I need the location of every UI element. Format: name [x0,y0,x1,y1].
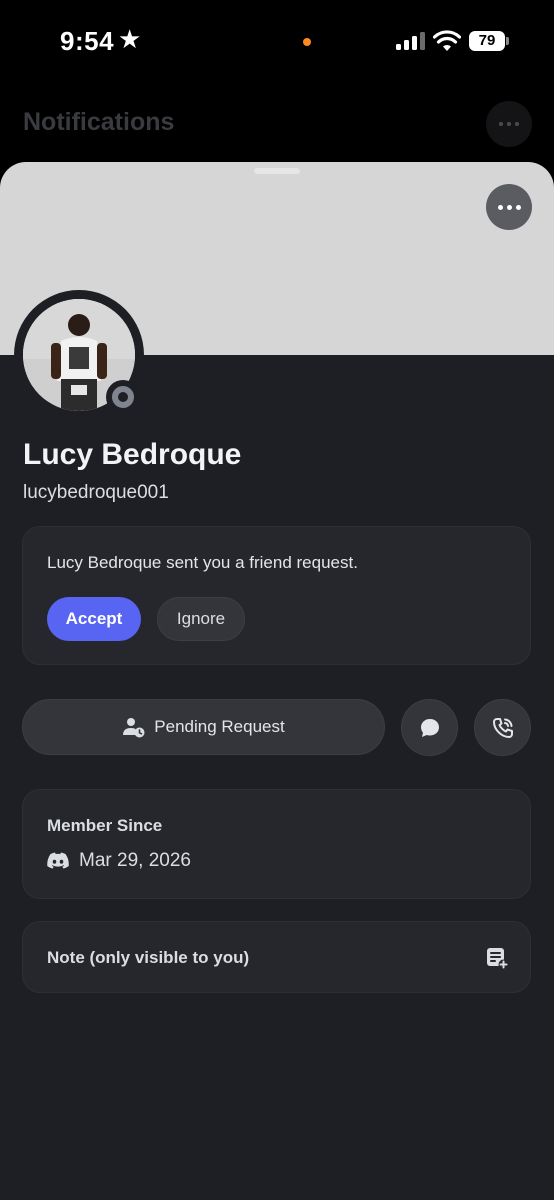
friend-request-card: Lucy Bedroque sent you a friend request.… [22,526,531,665]
background-title: Notifications [23,108,175,136]
note-card[interactable]: Note (only visible to you) [22,921,531,993]
more-icon[interactable] [486,101,532,147]
status-bar: 9:54 ★ 79 [0,0,554,84]
ignore-button[interactable]: Ignore [157,597,245,641]
note-label: Note (only visible to you) [47,948,250,967]
message-icon [420,718,439,737]
call-button[interactable] [474,699,531,756]
background-header: Notifications [0,84,554,164]
member-since-row: Mar 29, 2026 [47,850,191,872]
wifi-icon [433,30,461,51]
message-button[interactable] [401,699,458,756]
friend-request-message: Lucy Bedroque sent you a friend request. [47,553,358,572]
accept-button[interactable]: Accept [47,597,141,641]
battery-nub [506,37,509,45]
pending-request-label: Pending Request [154,717,285,736]
status-time: 9:54 [60,26,115,56]
offline-status-icon [106,380,140,414]
profile-sheet: Lucy Bedroque lucybedroque001 Lucy Bedro… [0,162,554,1200]
member-since-title: Member Since [47,816,163,835]
pending-user-icon [123,718,145,738]
privacy-indicator-dot [303,38,311,46]
more-icon[interactable] [486,184,532,230]
battery-icon: 79 [469,31,505,51]
note-add-icon[interactable] [485,946,509,970]
member-since-card: Member Since Mar 29, 2026 [22,789,531,899]
sheet-grabber[interactable] [254,168,300,174]
star-icon: ★ [118,24,142,54]
username: lucybedroque001 [23,482,169,503]
signal-icon [396,32,426,50]
pending-request-button[interactable]: Pending Request [22,699,385,755]
display-name: Lucy Bedroque [23,438,242,471]
call-icon [492,717,513,738]
discord-icon [47,852,69,869]
member-since-date: Mar 29, 2026 [79,850,191,871]
